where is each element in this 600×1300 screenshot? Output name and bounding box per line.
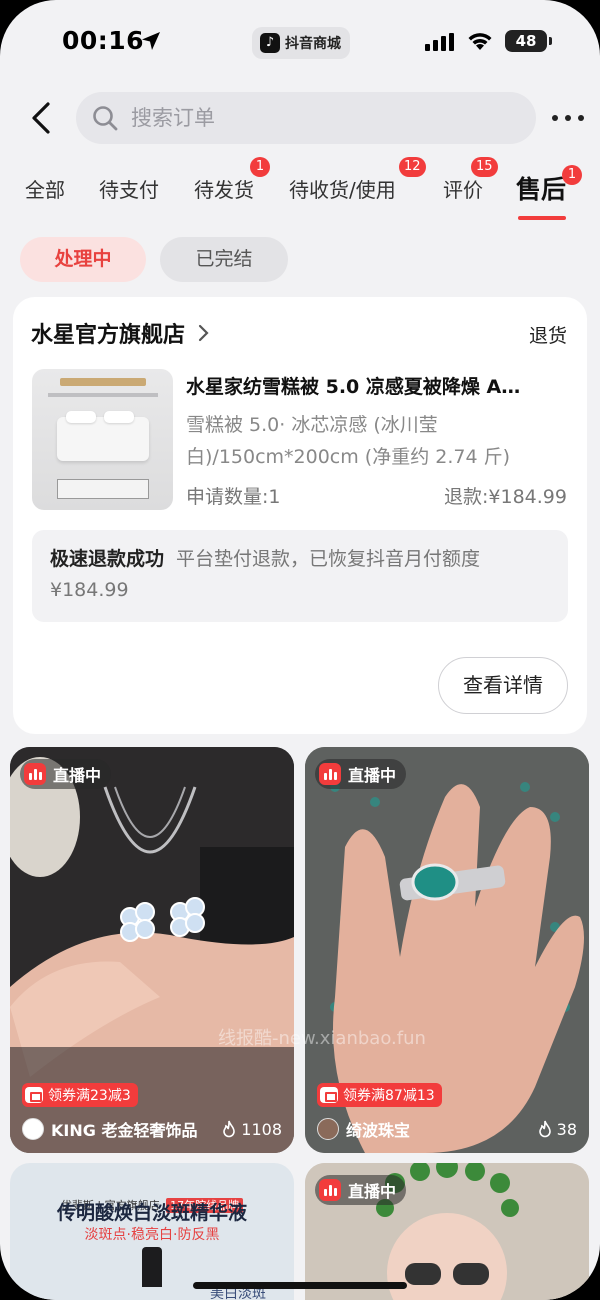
wifi-icon (468, 33, 492, 50)
tab-review[interactable]: 评价 15 (443, 157, 498, 203)
thumb-banner (60, 378, 146, 386)
coupon-tag: 领券满23减3 (22, 1083, 138, 1107)
live-badge: 直播中 (20, 759, 112, 789)
refund-status-notice: 极速退款成功 平台垫付退款，已恢复抖音月付额度 ¥184.99 (32, 530, 568, 622)
ad-subline: 淡斑点·稳亮白·防反黑 (84, 1227, 220, 1243)
product-thumbnail[interactable] (32, 369, 173, 510)
tab-pending-payment[interactable]: 待支付 (99, 174, 159, 203)
tab-pending-shipment[interactable]: 待发货 1 (194, 157, 270, 203)
live-badge: 直播中 (315, 759, 407, 789)
live-bars-icon (319, 1179, 341, 1201)
after-sales-type: 退货 (528, 325, 567, 347)
tab-badge: 1 (562, 165, 582, 185)
popularity-count: 38 (556, 1119, 577, 1139)
shop-avatar (317, 1118, 339, 1140)
app-pill-label: 抖音商城 (285, 36, 341, 52)
phone-screen: 00:16 ♪ 抖音商城 48 搜索订单 全部 待支付 待发货 1 待收货/使用… (0, 0, 600, 1300)
search-bar[interactable] (76, 92, 536, 144)
feed-shop-row: KING 老金轻奢饰品 1108 (22, 1116, 282, 1142)
tab-label: 售后 (516, 175, 567, 204)
filter-completed[interactable]: 已完结 (160, 237, 288, 282)
shop-name: 绮波珠宝 (346, 1121, 411, 1140)
tab-label: 待收货/使用 (289, 178, 396, 202)
serum-bottle-image (142, 1247, 162, 1287)
live-label: 直播中 (348, 766, 397, 785)
ad-headline: 传明酸焕白淡斑精华液 (56, 1202, 247, 1224)
after-sales-order-card: 水星官方旗舰店 退货 水星家纺雪糕被 5.0 凉感夏被降燥 A… 雪糕被 5.0… (13, 297, 587, 734)
store-link[interactable]: 水星官方旗舰店 (31, 317, 211, 349)
tab-badge: 1 (250, 157, 270, 177)
tab-label: 全部 (25, 178, 65, 202)
live-badge: 直播中 (315, 1175, 407, 1205)
search-input[interactable] (131, 106, 511, 130)
tab-label: 待发货 (194, 178, 254, 202)
request-quantity: 申请数量:1 (186, 486, 281, 508)
coupon-tag: 领券满87减13 (317, 1083, 442, 1107)
status-bar: 00:16 ♪ 抖音商城 48 (0, 0, 600, 84)
popularity-count: 1108 (241, 1119, 282, 1139)
product-ad-card[interactable]: 优斐斯 | 官方旗舰店 17年院线品牌 传明酸焕白淡斑精华液 淡斑点·稳亮白·防… (10, 1163, 294, 1300)
battery-indicator: 48 (505, 30, 552, 52)
filter-processing[interactable]: 处理中 (20, 237, 146, 282)
notice-title: 极速退款成功 (50, 548, 165, 570)
search-icon (93, 106, 118, 131)
tab-pending-receipt[interactable]: 待收货/使用 12 (289, 157, 426, 203)
tab-all[interactable]: 全部 (25, 174, 65, 203)
thumb-pillow (66, 411, 96, 423)
coupon-text: 领券满23减3 (48, 1088, 131, 1104)
order-status-tabs: 全部 待支付 待发货 1 待收货/使用 12 评价 15 售后 1 (0, 157, 600, 220)
status-time: 00:16 (62, 26, 145, 55)
location-arrow-icon (142, 32, 160, 50)
watermark-text: 线报酷-new.xianbao.fun (218, 1028, 426, 1049)
live-label: 直播中 (348, 1182, 397, 1201)
thumb-pillow (104, 411, 134, 423)
coupon-icon (25, 1087, 43, 1103)
live-feed-card[interactable]: 直播中 领券满87减13 绮波珠宝 38 (305, 747, 589, 1153)
shop-name: KING 老金轻奢饰品 (51, 1121, 198, 1140)
thumb-bed (57, 417, 149, 461)
feed-shop-row: 绮波珠宝 38 (317, 1116, 577, 1142)
tab-after-sales[interactable]: 售后 1 (516, 165, 582, 206)
thumb-spec-table (57, 479, 149, 499)
live-bars-icon (24, 763, 46, 785)
live-feed-card[interactable]: 直播中 领券满23减3 KING 老金轻奢饰品 1108 (10, 747, 294, 1153)
app-switch-pill[interactable]: ♪ 抖音商城 (252, 27, 350, 59)
cellular-signal-icon (425, 33, 454, 51)
tab-badge: 15 (471, 157, 498, 177)
thumb-caption (48, 393, 158, 397)
coupon-text: 领券满87减13 (343, 1088, 435, 1104)
tab-label: 评价 (443, 178, 483, 202)
store-name: 水星官方旗舰店 (31, 323, 186, 348)
shop-avatar (22, 1118, 44, 1140)
view-details-button[interactable]: 查看详情 (438, 657, 568, 714)
flame-icon (223, 1120, 236, 1138)
flame-icon (538, 1120, 551, 1138)
live-label: 直播中 (53, 766, 102, 785)
active-tab-underline (518, 216, 566, 220)
back-arrow-icon[interactable] (26, 100, 58, 136)
chevron-right-icon (198, 324, 209, 342)
more-options-icon[interactable] (550, 104, 586, 132)
product-spec: 雪糕被 5.0· 冰芯凉感 (冰川莹白)/150cm*200cm (净重约 2.… (186, 414, 511, 468)
douyin-logo-icon: ♪ (260, 33, 280, 53)
tab-badge: 12 (399, 157, 426, 177)
live-bars-icon (319, 763, 341, 785)
tab-label: 待支付 (99, 178, 159, 202)
home-indicator[interactable] (193, 1282, 407, 1289)
coupon-icon (320, 1087, 338, 1103)
refund-amount: 退款:¥184.99 (444, 486, 567, 508)
product-title[interactable]: 水星家纺雪糕被 5.0 凉感夏被降燥 A… (186, 372, 566, 399)
live-feed-card[interactable]: 直播中 (305, 1163, 589, 1300)
